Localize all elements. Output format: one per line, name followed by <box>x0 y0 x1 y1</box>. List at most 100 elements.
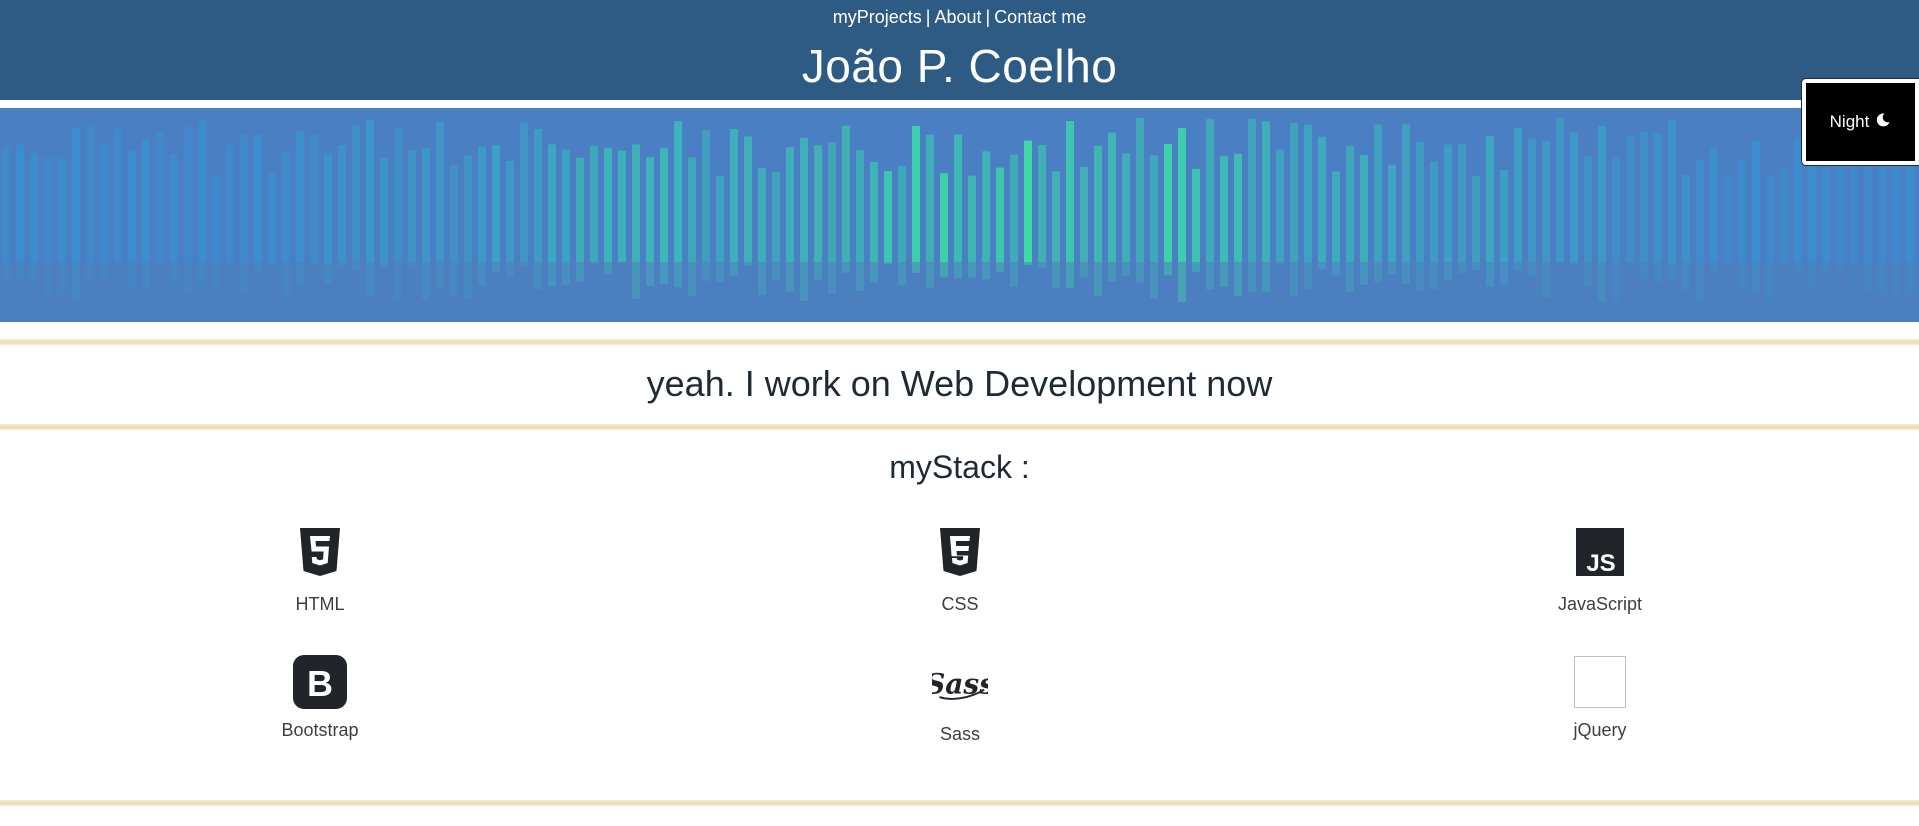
banner-texture-bar <box>1570 132 1578 265</box>
banner-texture-bar <box>1528 138 1536 277</box>
nav-separator: | <box>925 7 931 27</box>
banner-texture-bar <box>16 144 24 282</box>
hero-banner <box>0 108 1919 322</box>
stack-item-label: Sass <box>939 724 981 744</box>
banner-texture-bar <box>254 134 262 272</box>
banner-texture-bar <box>842 125 850 273</box>
banner-texture-bar <box>226 144 234 269</box>
stack-item-sass: Sass Sass <box>880 654 1040 745</box>
svg-text:Sass: Sass <box>932 667 988 700</box>
stack-item-label: JavaScript <box>1557 594 1643 614</box>
night-mode-label: Night <box>1829 112 1870 131</box>
banner-texture-bar <box>100 143 108 280</box>
banner-texture-bar <box>520 122 528 267</box>
stack-title: myStack : <box>889 449 1030 485</box>
site-title: João P. Coelho <box>801 40 1118 92</box>
banner-image <box>0 108 1919 322</box>
banner-texture-bar <box>1374 124 1382 283</box>
stack-item-label: jQuery <box>1573 720 1627 740</box>
banner-texture-bar <box>1038 144 1046 268</box>
night-mode-button[interactable]: Night <box>1802 79 1919 165</box>
banner-texture-bar <box>1388 164 1396 275</box>
banner-shade <box>0 262 1919 322</box>
stack-item-html: HTML <box>240 524 400 615</box>
banner-texture-bar <box>1668 119 1676 280</box>
banner-texture-bar <box>618 150 626 263</box>
banner-texture-bar <box>940 173 948 278</box>
stack-item-css: CSS <box>880 524 1040 615</box>
stack-item-javascript: JS JavaScript <box>1520 524 1680 615</box>
banner-texture-bar <box>506 161 514 277</box>
banner-texture-bar <box>590 145 598 264</box>
banner-texture-bar <box>114 128 122 263</box>
site-header: myProjects | About | Contact me João P. Coel… <box>0 0 1919 104</box>
banner-texture-bar <box>1458 143 1466 274</box>
broken-image-icon <box>1574 656 1626 708</box>
banner-texture-bar <box>352 125 360 271</box>
bootstrap-icon: B <box>292 654 348 710</box>
banner-texture-bar <box>1318 136 1326 270</box>
banner-texture-bar <box>1444 144 1452 281</box>
banner-texture-bar <box>1332 171 1340 276</box>
stack-item-bootstrap: B Bootstrap <box>240 654 400 741</box>
css3-icon <box>932 524 988 580</box>
svg-text:B: B <box>307 663 333 704</box>
banner-texture-bar <box>884 171 892 265</box>
banner-texture-bar <box>310 134 318 264</box>
stack-item-label: HTML <box>295 594 345 614</box>
banner-texture-bar <box>2 147 10 280</box>
stack-item-label: Bootstrap <box>281 720 359 740</box>
banner-texture-bar <box>408 150 416 269</box>
banner-texture-bar <box>1724 176 1732 267</box>
sass-icon: Sass <box>932 654 988 714</box>
nav-separator: | <box>985 7 991 27</box>
banner-texture-bar <box>1710 148 1718 272</box>
banner-texture-bar <box>1080 166 1088 278</box>
divider <box>0 424 1919 430</box>
banner-texture-bar <box>912 126 920 274</box>
banner-texture-bar <box>1164 143 1172 276</box>
moon-icon <box>1875 112 1891 133</box>
banner-texture-bar <box>1780 167 1788 263</box>
banner-texture-bar <box>1024 140 1032 266</box>
banner-texture-bar <box>1402 124 1410 284</box>
banner-texture-bar <box>1122 153 1130 276</box>
banner-texture-bar <box>1556 118 1564 263</box>
banner-texture-bar <box>1822 168 1830 273</box>
tagline: yeah. I work on Web Development now <box>646 363 1273 404</box>
banner-texture-bar <box>268 173 276 268</box>
banner-texture-bar <box>996 167 1004 273</box>
banner-texture-bar <box>156 132 164 267</box>
nav-link-projects[interactable]: myProjects <box>833 7 922 27</box>
javascript-icon: JS <box>1572 524 1628 580</box>
divider <box>0 800 1919 806</box>
banner-texture-bar <box>1794 138 1802 274</box>
html5-icon <box>292 524 348 580</box>
banner-texture-bar <box>86 125 94 285</box>
banner-texture-bar <box>1472 175 1480 271</box>
nav-link-contact[interactable]: Contact me <box>994 7 1086 27</box>
top-nav: myProjects | About | Contact me <box>0 6 1919 28</box>
banner-texture-bar <box>604 147 612 274</box>
banner-texture-bar <box>702 130 710 281</box>
banner-texture-bar <box>814 145 822 280</box>
banner-texture-bar <box>198 120 206 286</box>
banner-texture-bar <box>1136 118 1144 283</box>
banner-texture-bar <box>1276 149 1284 265</box>
banner-texture-bar <box>982 151 990 280</box>
nav-link-about[interactable]: About <box>934 7 981 27</box>
banner-texture-bar <box>1626 135 1634 263</box>
banner-texture-bar <box>1108 132 1116 282</box>
banner-texture-bar <box>1514 128 1522 271</box>
banner-texture-bar <box>954 134 962 279</box>
banner-texture-bar <box>730 129 738 276</box>
banner-texture-bar <box>1654 133 1662 284</box>
jquery-icon <box>1572 654 1628 710</box>
banner-texture-bar <box>380 157 388 268</box>
banner-texture-bar <box>744 136 752 266</box>
banner-texture-bar <box>1640 131 1648 280</box>
stack-item-jquery: jQuery <box>1520 654 1680 741</box>
svg-text:JS: JS <box>1586 550 1615 576</box>
banner-texture-bar <box>492 145 500 273</box>
divider <box>0 339 1919 345</box>
